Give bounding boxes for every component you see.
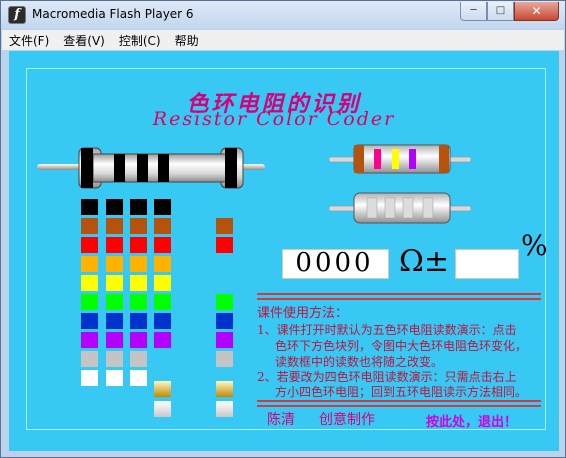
swatch-gray[interactable] bbox=[216, 351, 233, 367]
instructions-line: 方小四色环电阻；回到五环电阻读示方法相同。 bbox=[275, 385, 528, 399]
swatch-red[interactable] bbox=[106, 237, 123, 253]
swatch-blue[interactable] bbox=[154, 313, 171, 329]
swatch-yellow[interactable] bbox=[106, 275, 123, 291]
swatch-blue[interactable] bbox=[106, 313, 123, 329]
band-4 bbox=[158, 154, 169, 182]
swatch-brown[interactable] bbox=[81, 218, 98, 234]
swatch-green[interactable] bbox=[81, 294, 98, 310]
swatch-orange[interactable] bbox=[81, 256, 98, 272]
swatch-violet[interactable] bbox=[216, 332, 233, 348]
menu-view[interactable]: 查看(V) bbox=[56, 32, 112, 49]
small-resistor-colored[interactable] bbox=[329, 143, 471, 177]
swatch-violet[interactable] bbox=[106, 332, 123, 348]
band-3 bbox=[137, 154, 148, 182]
swatch-orange[interactable] bbox=[154, 256, 171, 272]
swatch-gold[interactable] bbox=[154, 381, 171, 397]
small-band-2 bbox=[374, 149, 381, 169]
swatch-black[interactable] bbox=[81, 199, 98, 215]
swatch-red[interactable] bbox=[130, 237, 147, 253]
swatch-violet[interactable] bbox=[81, 332, 98, 348]
divider-line bbox=[257, 400, 541, 402]
instructions-line: 色环下方色块列，令图中大色环电阻色环变化， bbox=[275, 339, 528, 353]
swatch-gold[interactable] bbox=[216, 381, 233, 397]
exit-link[interactable]: 按此处，退出！ bbox=[426, 411, 517, 430]
swatch-red[interactable] bbox=[216, 237, 233, 253]
flash-player-icon: f bbox=[8, 6, 26, 24]
menu-help[interactable]: 帮助 bbox=[168, 32, 206, 49]
swatch-silver[interactable] bbox=[154, 401, 171, 417]
close-button[interactable]: ✕ bbox=[514, 2, 559, 21]
swatch-gray[interactable] bbox=[81, 351, 98, 367]
swatch-brown[interactable] bbox=[106, 218, 123, 234]
divider-line bbox=[257, 298, 541, 300]
band-5 bbox=[225, 148, 237, 188]
swatch-silver[interactable] bbox=[216, 401, 233, 417]
divider-line bbox=[257, 293, 541, 295]
menu-control[interactable]: 控制(C) bbox=[112, 32, 168, 49]
large-resistor bbox=[37, 147, 265, 189]
caption-buttons: ─ □ ✕ bbox=[460, 2, 559, 22]
instructions-title: 课件使用方法： bbox=[257, 306, 349, 321]
band-1 bbox=[81, 148, 93, 188]
swatch-green[interactable] bbox=[106, 294, 123, 310]
author-name: 陈清 bbox=[267, 412, 295, 428]
swatch-gray[interactable] bbox=[130, 351, 147, 367]
ohm-symbol: Ω± bbox=[399, 244, 449, 279]
small-band-3 bbox=[392, 149, 399, 169]
swatch-black[interactable] bbox=[106, 199, 123, 215]
swatch-orange[interactable] bbox=[130, 256, 147, 272]
title-bar: f Macromedia Flash Player 6 ─ □ ✕ bbox=[1, 1, 565, 29]
swatch-brown[interactable] bbox=[216, 218, 233, 234]
instructions-line: 2、若要改为四色环电阻读数演示：只需点击右上 bbox=[257, 370, 517, 384]
swatch-red[interactable] bbox=[81, 237, 98, 253]
small-band-4 bbox=[409, 149, 416, 169]
swatch-black[interactable] bbox=[130, 199, 147, 215]
swatch-blue[interactable] bbox=[216, 313, 233, 329]
swatch-red[interactable] bbox=[154, 237, 171, 253]
window-title: Macromedia Flash Player 6 bbox=[32, 7, 194, 21]
swatch-green[interactable] bbox=[130, 294, 147, 310]
swatch-gray[interactable] bbox=[106, 351, 123, 367]
swatch-yellow[interactable] bbox=[81, 275, 98, 291]
resistance-value: 0000 bbox=[295, 248, 374, 278]
small-band-1 bbox=[354, 145, 364, 173]
swatch-brown[interactable] bbox=[130, 218, 147, 234]
swatch-blue[interactable] bbox=[130, 313, 147, 329]
flash-stage: 色环电阻的识别 Resistor Color Coder 0000 Ω± % 课… bbox=[9, 51, 559, 451]
swatch-black[interactable] bbox=[154, 199, 171, 215]
swatch-brown[interactable] bbox=[154, 218, 171, 234]
swatch-violet[interactable] bbox=[130, 332, 147, 348]
swatch-yellow[interactable] bbox=[154, 275, 171, 291]
swatch-green[interactable] bbox=[154, 294, 171, 310]
swatch-green[interactable] bbox=[216, 294, 233, 310]
menu-file[interactable]: 文件(F) bbox=[2, 32, 56, 49]
tolerance-display bbox=[455, 249, 519, 279]
app-window: f Macromedia Flash Player 6 ─ □ ✕ 文件(F) … bbox=[0, 0, 566, 458]
band-2 bbox=[114, 154, 125, 182]
percent-sign: % bbox=[521, 229, 548, 262]
swatch-blue[interactable] bbox=[81, 313, 98, 329]
swatch-orange[interactable] bbox=[106, 256, 123, 272]
minimize-button[interactable]: ─ bbox=[460, 2, 487, 21]
small-resistor-plain[interactable] bbox=[329, 191, 471, 227]
small-band-5 bbox=[439, 145, 449, 173]
instructions-line: 1、课件打开时默认为五色环电阻读数演示：点击 bbox=[257, 323, 517, 337]
swatch-white[interactable] bbox=[106, 370, 123, 386]
page-subtitle: Resistor Color Coder bbox=[152, 108, 396, 130]
swatch-violet[interactable] bbox=[154, 332, 171, 348]
instructions-line: 读数框中的读数也将随之改变。 bbox=[275, 355, 444, 369]
menu-bar: 文件(F) 查看(V) 控制(C) 帮助 bbox=[2, 30, 564, 50]
credit-text: 创意制作 bbox=[319, 412, 375, 428]
ohm-unit: Ω bbox=[399, 244, 424, 279]
plus-minus-sign: ± bbox=[423, 244, 450, 279]
swatch-white[interactable] bbox=[81, 370, 98, 386]
maximize-button[interactable]: □ bbox=[487, 2, 514, 21]
swatch-white[interactable] bbox=[130, 370, 147, 386]
swatch-yellow[interactable] bbox=[130, 275, 147, 291]
divider-line bbox=[257, 405, 541, 407]
